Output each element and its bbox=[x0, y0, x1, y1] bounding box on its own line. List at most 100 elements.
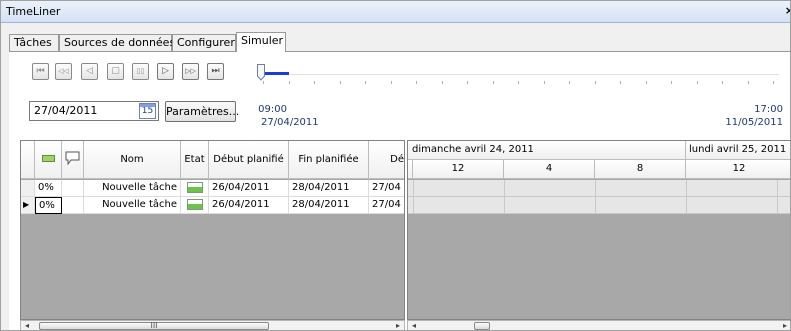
task-grid-scroll-thumb[interactable]: III bbox=[39, 322, 269, 330]
row-marker bbox=[21, 180, 35, 197]
gantt-hour-header: 4 bbox=[504, 160, 595, 179]
gantt-hour-header: 12 bbox=[413, 160, 504, 179]
play-icon: ▷ bbox=[162, 66, 169, 76]
close-icon[interactable]: × bbox=[785, 4, 790, 17]
time-slider-fill bbox=[263, 72, 289, 75]
slider-tick bbox=[569, 81, 570, 84]
comment-icon bbox=[65, 151, 80, 165]
slider-tick bbox=[696, 81, 698, 84]
slider-tick bbox=[492, 81, 494, 84]
slider-tick bbox=[441, 81, 443, 84]
active-cell[interactable]: 0% bbox=[35, 197, 62, 214]
parameters-button[interactable]: Paramètres... bbox=[165, 101, 239, 122]
scroll-left-icon[interactable]: ◂ bbox=[21, 321, 33, 330]
step-forward-icon: ▷▷ bbox=[185, 67, 196, 75]
slider-tick bbox=[773, 81, 774, 84]
slider-tick bbox=[518, 81, 519, 84]
timeliner-window: TimeLiner × Tâches Sources de données Co… bbox=[0, 0, 791, 331]
task-name-cell[interactable]: Nouvelle tâche bbox=[84, 197, 181, 214]
gantt-day-header: lundi avril 25, 2011 bbox=[686, 141, 790, 160]
tab-taches[interactable]: Tâches bbox=[9, 34, 59, 51]
gantt-day-header: dimanche avril 24, 2011 bbox=[408, 141, 686, 160]
active-column-icon bbox=[42, 155, 55, 162]
tab-configurer[interactable]: Configurer bbox=[172, 34, 236, 51]
status-cell bbox=[181, 197, 209, 214]
title-bar: TimeLiner × bbox=[1, 1, 790, 23]
time-slider-thumb[interactable] bbox=[257, 64, 265, 81]
start-time-label: 09:00 bbox=[258, 104, 287, 115]
task-grid-horizontal-scrollbar[interactable]: ◂ III ▸ bbox=[20, 320, 405, 330]
row-header-column bbox=[21, 141, 35, 179]
slider-tick bbox=[620, 81, 621, 84]
gantt-hour-header: 12 bbox=[686, 160, 790, 179]
planned-start-cell[interactable]: 26/04/2011 bbox=[209, 197, 289, 214]
comment-column-header[interactable] bbox=[62, 141, 84, 179]
go-to-start-button[interactable]: ⏮ bbox=[32, 63, 49, 80]
status-icon bbox=[187, 199, 203, 210]
table-row[interactable]: 0% Nouvelle tâche 26/04/2011 28/04/2011 … bbox=[21, 180, 404, 197]
slider-tick bbox=[314, 81, 315, 84]
planned-end-column-header[interactable]: Fin planifiée bbox=[289, 141, 369, 179]
gantt-row[interactable] bbox=[408, 180, 790, 197]
comment-cell[interactable] bbox=[62, 180, 84, 197]
pause-button[interactable]: ▯▯ bbox=[132, 63, 149, 80]
status-cell bbox=[181, 180, 209, 197]
slider-tick bbox=[594, 81, 596, 84]
gantt-scroll-thumb[interactable] bbox=[474, 322, 490, 330]
slider-tick bbox=[416, 81, 417, 84]
task-grid: Nom Etat Début planifié Fin planifiée Dé… bbox=[20, 140, 405, 320]
start-date-label: 27/04/2011 bbox=[261, 117, 319, 128]
slider-tick bbox=[722, 81, 723, 84]
gantt-hour-header: 8 bbox=[595, 160, 686, 179]
step-back-icon: ◁◁ bbox=[58, 67, 69, 75]
tab-simuler[interactable]: Simuler bbox=[236, 32, 286, 52]
go-to-end-button[interactable]: ⏭ bbox=[207, 63, 224, 80]
window-title: TimeLiner bbox=[6, 5, 61, 18]
tab-sources-de-donnees[interactable]: Sources de données bbox=[59, 34, 175, 51]
current-date-value: 27/04/2011 bbox=[34, 104, 98, 117]
pause-icon: ▯▯ bbox=[136, 67, 145, 75]
actual-start-cell[interactable]: 27/04 bbox=[369, 197, 404, 214]
end-time-label: 17:00 bbox=[754, 104, 783, 115]
task-name-cell[interactable]: Nouvelle tâche bbox=[84, 180, 181, 197]
slider-tick bbox=[543, 81, 545, 84]
planned-end-cell[interactable]: 28/04/2011 bbox=[289, 197, 369, 214]
name-column-header[interactable]: Nom bbox=[84, 141, 181, 179]
go-to-start-icon: ⏮ bbox=[36, 66, 45, 76]
scroll-left-icon[interactable]: ◂ bbox=[408, 321, 420, 330]
slider-tick bbox=[671, 81, 672, 84]
planned-end-cell[interactable]: 28/04/2011 bbox=[289, 180, 369, 197]
play-reverse-button[interactable]: ◁ bbox=[81, 63, 98, 80]
calendar-day-number: 15 bbox=[141, 106, 154, 116]
gantt-horizontal-scrollbar[interactable]: ◂ ▸ bbox=[407, 320, 790, 330]
scroll-right-icon[interactable]: ▸ bbox=[392, 321, 404, 330]
table-row[interactable]: ▶ 0% Nouvelle tâche 26/04/2011 28/04/201… bbox=[21, 197, 404, 214]
status-column-header[interactable]: Etat bbox=[181, 141, 209, 179]
play-button[interactable]: ▷ bbox=[157, 63, 174, 80]
active-cell[interactable]: 0% bbox=[35, 180, 62, 197]
scroll-right-icon[interactable]: ▸ bbox=[779, 321, 790, 330]
gantt-row[interactable] bbox=[408, 197, 790, 214]
comment-cell[interactable] bbox=[62, 197, 84, 214]
step-forward-button[interactable]: ▷▷ bbox=[182, 63, 199, 80]
status-icon bbox=[187, 182, 203, 193]
calendar-icon[interactable]: 15 bbox=[139, 103, 156, 119]
stop-button[interactable]: ▢ bbox=[107, 63, 124, 80]
step-back-button[interactable]: ◁◁ bbox=[55, 63, 72, 80]
gantt-chart: dimanche avril 24, 2011 lundi avril 25, … bbox=[407, 140, 790, 320]
time-slider-track[interactable] bbox=[259, 74, 779, 75]
slider-tick bbox=[390, 81, 392, 84]
slider-tick bbox=[645, 81, 647, 84]
current-date-field[interactable]: 27/04/2011 15 bbox=[29, 101, 159, 121]
actual-start-column-header[interactable]: Dé bbox=[369, 141, 404, 179]
go-to-end-icon: ⏭ bbox=[211, 66, 220, 76]
actual-start-cell[interactable]: 27/04 bbox=[369, 180, 404, 197]
end-date-label: 11/05/2011 bbox=[725, 117, 783, 128]
slider-tick bbox=[263, 81, 264, 84]
stop-icon: ▢ bbox=[111, 66, 120, 76]
active-column-header[interactable] bbox=[35, 141, 62, 179]
planned-start-column-header[interactable]: Début planifié bbox=[209, 141, 289, 179]
play-reverse-icon: ◁ bbox=[86, 66, 93, 76]
planned-start-cell[interactable]: 26/04/2011 bbox=[209, 180, 289, 197]
slider-tick bbox=[467, 81, 468, 84]
